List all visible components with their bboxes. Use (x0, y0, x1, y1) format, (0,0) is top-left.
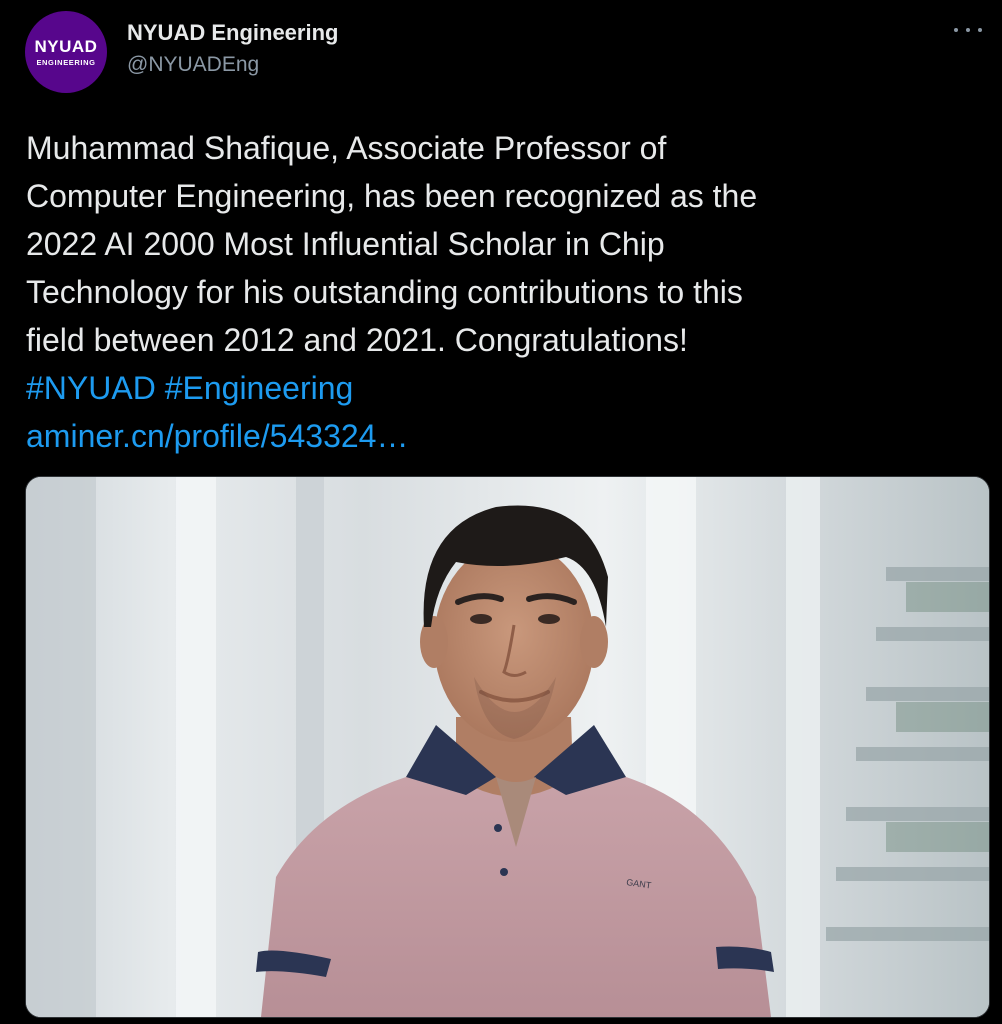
author-names: NYUAD Engineering @NYUADEng (127, 20, 338, 78)
tweet-line: 2022 AI 2000 Most Influential Scholar in… (26, 226, 665, 262)
more-dot (966, 28, 970, 32)
author-display-name[interactable]: NYUAD Engineering (127, 20, 338, 46)
more-options-icon[interactable] (954, 20, 982, 40)
profile-url-link[interactable]: aminer.cn/profile/543324… (26, 418, 408, 454)
hashtag-line: #NYUAD #Engineering (26, 364, 976, 412)
tweet-text: Muhammad Shafique, Associate Professor o… (26, 124, 976, 460)
tweet-line: Computer Engineering, has been recognize… (26, 178, 758, 214)
tweet-line: Technology for his outstanding contribut… (26, 274, 743, 310)
link-line: aminer.cn/profile/543324… (26, 412, 976, 460)
portrait-photo: GANT (26, 477, 989, 1017)
tweet-line: Muhammad Shafique, Associate Professor o… (26, 130, 667, 166)
hashtag-engineering-link[interactable]: #Engineering (165, 370, 354, 406)
hashtag-nyuad-link[interactable]: #NYUAD (26, 370, 156, 406)
tweet-photo[interactable]: GANT (25, 476, 990, 1018)
author-handle[interactable]: @NYUADEng (127, 52, 338, 78)
more-dot (954, 28, 958, 32)
tweet-line: field between 2012 and 2021. Congratulat… (26, 322, 688, 358)
avatar-logo-subtext: ENGINEERING (36, 57, 96, 67)
author-avatar[interactable]: NYUAD ENGINEERING (25, 11, 107, 93)
avatar-logo-text: NYUAD (34, 36, 98, 56)
more-dot (978, 28, 982, 32)
